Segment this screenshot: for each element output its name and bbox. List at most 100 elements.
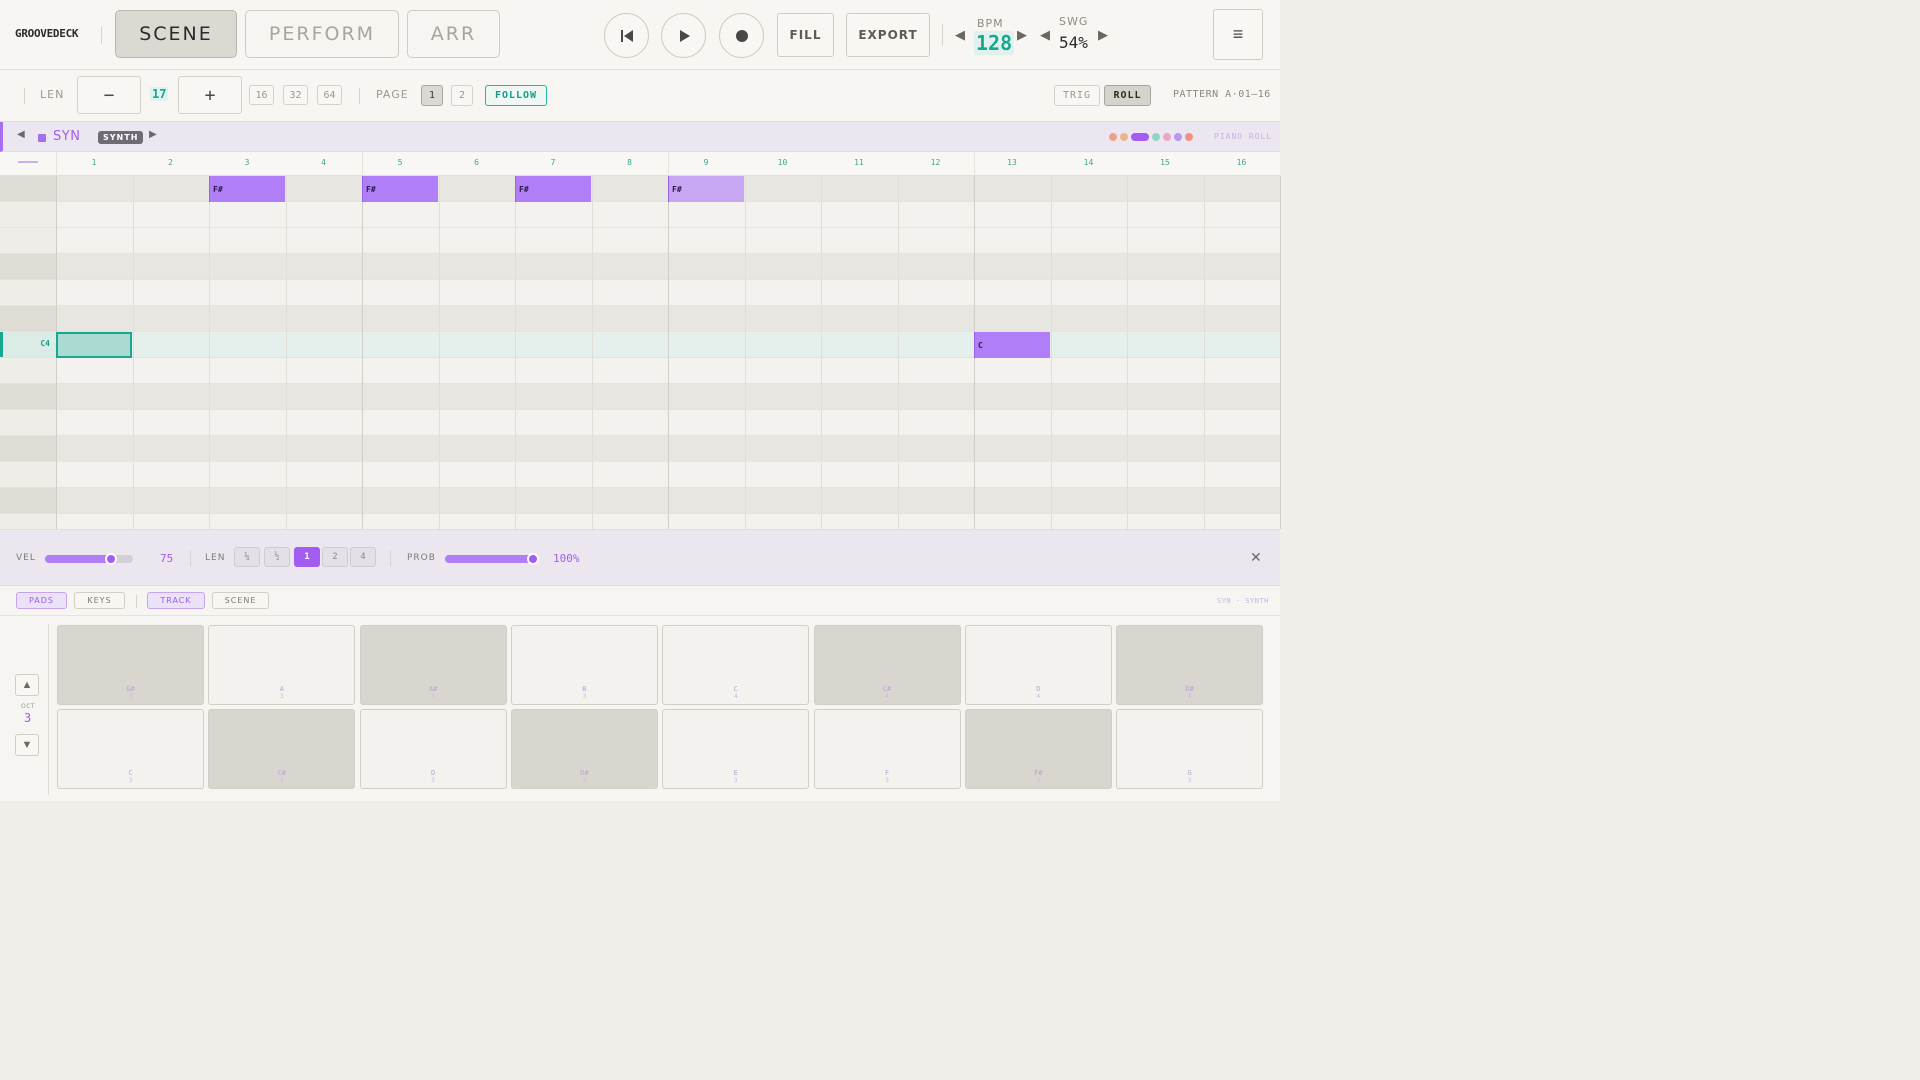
note-pad[interactable]: E3	[662, 709, 810, 789]
piano-key[interactable]	[0, 254, 56, 279]
length-preset-64[interactable]: 64	[317, 85, 342, 105]
page-2-button[interactable]: 2	[451, 85, 473, 106]
note-row[interactable]	[0, 358, 1280, 384]
tab-scene[interactable]: SCENE	[212, 592, 269, 609]
step-number[interactable]: 6	[439, 158, 515, 167]
length-preset-32[interactable]: 32	[283, 85, 308, 105]
play-button[interactable]	[661, 13, 706, 58]
follow-toggle[interactable]: FOLLOW	[485, 85, 547, 106]
note-block[interactable]: C	[974, 332, 1050, 358]
step-number[interactable]: 11	[821, 158, 897, 167]
step-number[interactable]: 16	[1204, 158, 1280, 167]
note-row[interactable]	[0, 176, 1280, 202]
note-pad[interactable]: G# 3	[57, 625, 204, 705]
note-length-1[interactable]: 1	[294, 547, 320, 567]
probability-slider[interactable]	[445, 553, 539, 565]
swing-increase-icon[interactable]: ▶	[1098, 27, 1108, 43]
velocity-thumb[interactable]	[105, 553, 117, 565]
step-number[interactable]: 13	[974, 158, 1050, 167]
rewind-button[interactable]	[604, 13, 649, 58]
velocity-slider[interactable]	[45, 553, 133, 565]
note-block[interactable]: F#	[362, 176, 438, 202]
record-button[interactable]	[719, 13, 764, 58]
note-row[interactable]	[0, 202, 1280, 228]
tab-pads[interactable]: PADS	[16, 592, 67, 609]
note-pad[interactable]: F3	[813, 709, 961, 789]
track-select-dot[interactable]	[1163, 133, 1171, 141]
piano-key[interactable]	[0, 228, 56, 253]
step-number[interactable]: 3	[209, 158, 285, 167]
note-length-half[interactable]: ½	[264, 547, 290, 567]
note-row[interactable]	[0, 254, 1280, 280]
page-1-button[interactable]: 1	[421, 85, 443, 106]
track-select-dot[interactable]	[1131, 133, 1149, 141]
swing-value[interactable]: 54%	[1059, 33, 1088, 52]
mode-arr-button[interactable]: ARR	[407, 10, 500, 58]
trig-mode-button[interactable]: TRIG	[1054, 85, 1100, 106]
step-number[interactable]: 2	[133, 158, 209, 167]
roll-mode-button[interactable]: ROLL	[1104, 85, 1151, 106]
tab-track[interactable]: TRACK	[147, 592, 205, 609]
track-select-dot[interactable]	[1152, 133, 1160, 141]
octave-down-button[interactable]: ▼	[15, 734, 39, 756]
mode-scene-button[interactable]: SCENE	[115, 10, 237, 58]
piano-roll-grid[interactable]: C4 F# F# F# F# C	[0, 176, 1281, 540]
menu-button[interactable]: ≡	[1213, 9, 1263, 60]
piano-key[interactable]	[0, 462, 56, 487]
note-block[interactable]: F#	[668, 176, 744, 202]
note-pad[interactable]: F# 3	[964, 709, 1112, 789]
piano-key[interactable]	[0, 488, 56, 513]
bpm-value[interactable]: 128	[974, 31, 1015, 55]
note-length-2[interactable]: 2	[322, 547, 348, 567]
note-block[interactable]: F#	[209, 176, 285, 202]
mode-perform-button[interactable]: PERFORM	[245, 10, 399, 58]
note-pad[interactable]: C# 4	[813, 625, 961, 705]
note-pad[interactable]: A3	[208, 625, 356, 705]
probability-thumb[interactable]	[527, 553, 539, 565]
note-pad[interactable]: G3	[1116, 709, 1264, 789]
next-track-icon[interactable]: ▶	[149, 129, 157, 140]
step-number[interactable]: 10	[745, 158, 821, 167]
note-block[interactable]: F#	[515, 176, 591, 202]
piano-key[interactable]	[0, 358, 56, 383]
fill-button[interactable]: FILL	[777, 13, 834, 57]
note-pad[interactable]: D# 4	[1116, 625, 1264, 705]
note-pad[interactable]: D# 3	[510, 709, 658, 789]
length-preset-16[interactable]: 16	[249, 85, 274, 105]
selected-note-row[interactable]: C4	[0, 332, 1280, 358]
step-number[interactable]: 9	[668, 158, 744, 167]
edit-cursor-cell[interactable]	[56, 332, 132, 358]
bpm-increase-icon[interactable]: ▶	[1017, 27, 1027, 43]
track-select-dot[interactable]	[1109, 133, 1117, 141]
step-number[interactable]: 1	[56, 158, 132, 167]
note-row[interactable]	[0, 384, 1280, 410]
note-length-quarter[interactable]: ¼	[234, 547, 260, 567]
length-decrease-button[interactable]: −	[77, 76, 141, 114]
step-number[interactable]: 14	[1051, 158, 1127, 167]
note-pad[interactable]: A# 3	[359, 625, 507, 705]
note-row[interactable]	[0, 228, 1280, 254]
piano-key[interactable]	[0, 176, 56, 201]
piano-key[interactable]	[0, 384, 56, 409]
step-number[interactable]: 7	[515, 158, 591, 167]
piano-key[interactable]	[0, 306, 56, 331]
note-pad[interactable]: C3	[57, 709, 204, 789]
note-length-4[interactable]: 4	[350, 547, 376, 567]
note-row[interactable]	[0, 488, 1280, 514]
note-row[interactable]	[0, 410, 1280, 436]
step-number[interactable]: 8	[592, 158, 668, 167]
note-pad[interactable]: D3	[359, 709, 507, 789]
swing-decrease-icon[interactable]: ◀	[1040, 27, 1050, 43]
piano-key[interactable]	[0, 436, 56, 461]
length-increase-button[interactable]: +	[178, 76, 242, 114]
track-select-dot[interactable]	[1185, 133, 1193, 141]
note-pad[interactable]: B3	[510, 625, 658, 705]
step-number[interactable]: 4	[286, 158, 362, 167]
close-icon[interactable]: ✕	[1250, 549, 1262, 566]
note-row[interactable]	[0, 280, 1280, 306]
note-row[interactable]	[0, 462, 1280, 488]
note-pad[interactable]: C# 3	[208, 709, 356, 789]
step-number[interactable]: 12	[898, 158, 974, 167]
bpm-decrease-icon[interactable]: ◀	[955, 27, 965, 43]
piano-key[interactable]	[0, 410, 56, 435]
